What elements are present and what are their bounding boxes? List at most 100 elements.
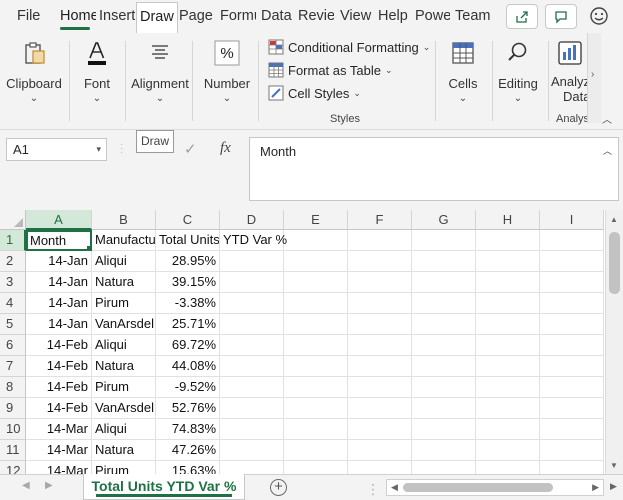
collapse-ribbon-button[interactable]: ︿ bbox=[602, 111, 612, 126]
cell-c4[interactable]: -3.38% bbox=[156, 293, 220, 314]
cell-h4[interactable] bbox=[476, 293, 540, 314]
cell-b3[interactable]: Natura bbox=[92, 272, 156, 293]
add-sheet-button[interactable]: + bbox=[270, 479, 287, 496]
sheet-tab-total-units-ytd-var[interactable]: Total Units YTD Var % bbox=[83, 474, 245, 500]
cell-g5[interactable] bbox=[412, 314, 476, 335]
cell-e12[interactable] bbox=[284, 461, 348, 474]
insert-function-button[interactable]: fx bbox=[220, 140, 231, 157]
column-header-a[interactable]: A bbox=[26, 210, 92, 230]
tab-help[interactable]: Help bbox=[378, 0, 410, 33]
cell-g12[interactable] bbox=[412, 461, 476, 474]
cell-c12[interactable]: 15.63% bbox=[156, 461, 220, 474]
cell-h8[interactable] bbox=[476, 377, 540, 398]
row-header[interactable]: 8 bbox=[0, 377, 26, 398]
cell-a11[interactable]: 14-Mar bbox=[26, 440, 92, 461]
cell-g4[interactable] bbox=[412, 293, 476, 314]
cell-a9[interactable]: 14-Feb bbox=[26, 398, 92, 419]
cell-c6[interactable]: 69.72% bbox=[156, 335, 220, 356]
cell-h6[interactable] bbox=[476, 335, 540, 356]
cell-d9[interactable] bbox=[220, 398, 284, 419]
cell-a6[interactable]: 14-Feb bbox=[26, 335, 92, 356]
clipboard-button[interactable]: Clipboard ⌄ bbox=[4, 33, 64, 105]
tab-insert[interactable]: Insert bbox=[99, 0, 135, 33]
cell-h3[interactable] bbox=[476, 272, 540, 293]
cell-i10[interactable] bbox=[540, 419, 604, 440]
cell-c5[interactable]: 25.71% bbox=[156, 314, 220, 335]
row-header[interactable]: 11 bbox=[0, 440, 26, 461]
format-as-table-button[interactable]: Format as Table ⌄ bbox=[268, 60, 393, 80]
cell-i8[interactable] bbox=[540, 377, 604, 398]
cell-d6[interactable] bbox=[220, 335, 284, 356]
cell-i11[interactable] bbox=[540, 440, 604, 461]
cell-a5[interactable]: 14-Jan bbox=[26, 314, 92, 335]
ribbon-scroll-right-button[interactable]: › bbox=[587, 33, 601, 123]
cell-i6[interactable] bbox=[540, 335, 604, 356]
cell-h2[interactable] bbox=[476, 251, 540, 272]
cell-f8[interactable] bbox=[348, 377, 412, 398]
row-header[interactable]: 2 bbox=[0, 251, 26, 272]
analyze-data-button[interactable]: Analyze Data bbox=[551, 33, 587, 104]
cell-i9[interactable] bbox=[540, 398, 604, 419]
drag-handle-icon[interactable]: · · · bbox=[120, 140, 123, 158]
cell-b1[interactable]: Manufacturer bbox=[92, 230, 156, 251]
cell-g3[interactable] bbox=[412, 272, 476, 293]
cell-f11[interactable] bbox=[348, 440, 412, 461]
row-header[interactable]: 4 bbox=[0, 293, 26, 314]
cell-c1[interactable]: Total Units bbox=[156, 230, 220, 251]
cell-f5[interactable] bbox=[348, 314, 412, 335]
cell-g9[interactable] bbox=[412, 398, 476, 419]
spreadsheet-grid[interactable]: ABCDEFGHI 1MonthManufacturerTotal UnitsYT… bbox=[0, 210, 623, 474]
row-header[interactable]: 1 bbox=[0, 230, 26, 251]
cell-e9[interactable] bbox=[284, 398, 348, 419]
cell-f9[interactable] bbox=[348, 398, 412, 419]
cell-f12[interactable] bbox=[348, 461, 412, 474]
cell-g2[interactable] bbox=[412, 251, 476, 272]
column-header-b[interactable]: B bbox=[92, 210, 156, 230]
cell-d7[interactable] bbox=[220, 356, 284, 377]
cell-i3[interactable] bbox=[540, 272, 604, 293]
cell-i2[interactable] bbox=[540, 251, 604, 272]
cell-h5[interactable] bbox=[476, 314, 540, 335]
formula-input[interactable]: Month ︿ bbox=[249, 137, 619, 201]
tab-data[interactable]: Data bbox=[261, 0, 295, 33]
cell-i1[interactable] bbox=[540, 230, 604, 251]
cell-b9[interactable]: VanArsdel bbox=[92, 398, 156, 419]
scroll-right-icon[interactable]: ▶ bbox=[592, 482, 599, 493]
row-header[interactable]: 3 bbox=[0, 272, 26, 293]
cell-e8[interactable] bbox=[284, 377, 348, 398]
cell-c8[interactable]: -9.52% bbox=[156, 377, 220, 398]
tab-formulas[interactable]: Formulas bbox=[220, 0, 256, 33]
row-header[interactable]: 10 bbox=[0, 419, 26, 440]
column-header-g[interactable]: G bbox=[412, 210, 476, 230]
horizontal-scroll-thumb[interactable] bbox=[403, 483, 553, 492]
vertical-scrollbar[interactable]: ▲ ▼ bbox=[605, 210, 623, 474]
tab-file[interactable]: File bbox=[17, 0, 41, 33]
cell-c9[interactable]: 52.76% bbox=[156, 398, 220, 419]
cell-h12[interactable] bbox=[476, 461, 540, 474]
alignment-button[interactable]: Alignment ⌄ bbox=[130, 33, 190, 105]
horizontal-scrollbar[interactable]: ◀ ▶ bbox=[386, 479, 604, 496]
cell-i7[interactable] bbox=[540, 356, 604, 377]
tab-team[interactable]: Team bbox=[455, 0, 491, 33]
cell-b8[interactable]: Pirum bbox=[92, 377, 156, 398]
column-header-f[interactable]: F bbox=[348, 210, 412, 230]
cell-a4[interactable]: 14-Jan bbox=[26, 293, 92, 314]
row-header[interactable]: 5 bbox=[0, 314, 26, 335]
cell-f7[interactable] bbox=[348, 356, 412, 377]
cell-g10[interactable] bbox=[412, 419, 476, 440]
cell-d1[interactable]: YTD Var % bbox=[220, 230, 287, 251]
scroll-down-icon[interactable]: ▼ bbox=[610, 461, 618, 470]
cell-i12[interactable] bbox=[540, 461, 604, 474]
cell-e11[interactable] bbox=[284, 440, 348, 461]
cell-c7[interactable]: 44.08% bbox=[156, 356, 220, 377]
cell-b6[interactable]: Aliqui bbox=[92, 335, 156, 356]
cell-e2[interactable] bbox=[284, 251, 348, 272]
cell-i4[interactable] bbox=[540, 293, 604, 314]
scroll-left-icon[interactable]: ◀ bbox=[391, 482, 398, 493]
cell-d3[interactable] bbox=[220, 272, 284, 293]
column-header-h[interactable]: H bbox=[476, 210, 540, 230]
cell-e6[interactable] bbox=[284, 335, 348, 356]
cell-a2[interactable]: 14-Jan bbox=[26, 251, 92, 272]
cell-d5[interactable] bbox=[220, 314, 284, 335]
cell-g7[interactable] bbox=[412, 356, 476, 377]
